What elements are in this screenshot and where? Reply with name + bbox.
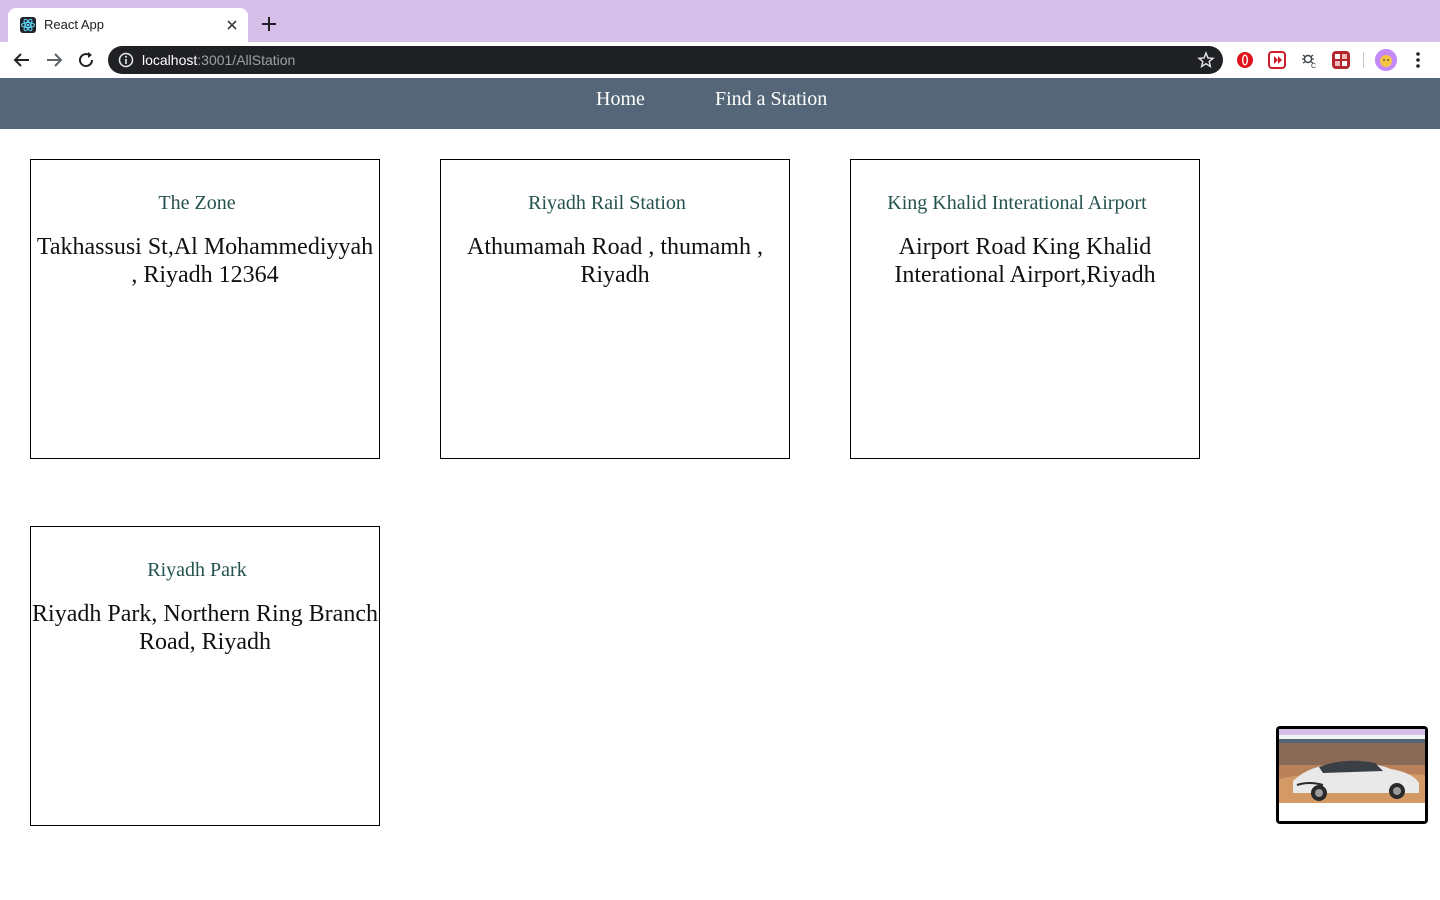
station-card[interactable]: The Zone Takhassusi St,Al Mohammediyyah … — [30, 159, 380, 459]
station-name: King Khalid Interational Airport — [887, 192, 1147, 214]
station-card[interactable]: Riyadh Park Riyadh Park, Northern Ring B… — [30, 526, 380, 826]
browser-tabbar: React App — [0, 0, 1440, 42]
address-bar[interactable]: localhost:3001/AllStation — [108, 46, 1223, 74]
station-card[interactable]: Riyadh Rail Station Athumamah Road , thu… — [440, 159, 790, 459]
new-tab-icon[interactable] — [258, 13, 280, 35]
station-name: Riyadh Rail Station — [528, 192, 686, 214]
profile-avatar-icon[interactable] — [1375, 49, 1397, 71]
url-path: :3001/AllStation — [197, 52, 296, 68]
station-address: Riyadh Park, Northern Ring Branch Road, … — [32, 601, 378, 655]
react-icon — [20, 17, 36, 33]
station-card[interactable]: King Khalid Interational Airport Airport… — [850, 159, 1200, 459]
media-extension-icon[interactable] — [1268, 51, 1286, 69]
bookmark-star-icon[interactable] — [1197, 51, 1215, 69]
bug-extension-icon[interactable]: C — [1300, 51, 1318, 70]
url-text: localhost:3001/AllStation — [142, 52, 295, 68]
app-navbar: Home Find a Station — [0, 78, 1440, 129]
forward-arrow-icon[interactable] — [43, 49, 65, 71]
puzzle-extension-icon[interactable] — [1332, 51, 1350, 69]
svg-text:C: C — [1311, 63, 1316, 69]
station-name: The Zone — [158, 192, 236, 214]
toolbar-divider — [1363, 52, 1364, 68]
info-icon[interactable] — [118, 52, 134, 68]
reload-icon[interactable] — [75, 49, 97, 71]
close-tab-icon[interactable] — [224, 17, 240, 33]
url-host: localhost — [142, 52, 198, 68]
station-address: Airport Road King Khalid Interational Ai… — [894, 234, 1156, 288]
preview-image — [1279, 729, 1425, 821]
opera-extension-icon[interactable] — [1236, 51, 1254, 69]
station-address: Athumamah Road , thumamh , Riyadh — [467, 234, 763, 288]
window-preview-thumbnail[interactable] — [1276, 726, 1428, 824]
nav-home-link[interactable]: Home — [596, 87, 645, 111]
tab-title: React App — [44, 17, 104, 32]
back-arrow-icon[interactable] — [11, 49, 33, 71]
browser-tab[interactable]: React App — [8, 8, 248, 42]
browser-menu-icon[interactable] — [1408, 49, 1428, 71]
station-name: Riyadh Park — [147, 559, 247, 581]
browser-toolbar: localhost:3001/AllStation C — [0, 42, 1440, 78]
station-address: Takhassusi St,Al Mohammediyyah , Riyadh … — [36, 234, 374, 288]
nav-find-station-link[interactable]: Find a Station — [715, 87, 827, 111]
